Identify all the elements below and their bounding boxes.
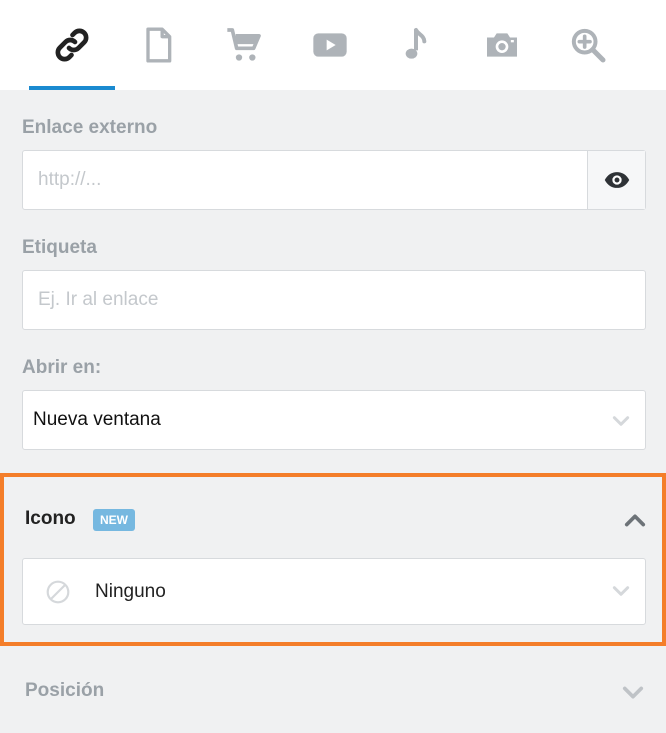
- link-icon: [55, 28, 89, 62]
- zoom-in-icon: [571, 28, 606, 63]
- none-icon: [46, 580, 70, 604]
- document-icon: [146, 27, 172, 63]
- video-icon: [313, 33, 347, 57]
- tab-cart[interactable]: [201, 0, 287, 90]
- tab-document[interactable]: [115, 0, 201, 90]
- tab-camera[interactable]: [459, 0, 545, 90]
- icon-section-title: Icono: [25, 508, 76, 529]
- tab-music[interactable]: [373, 0, 459, 90]
- preview-link-button[interactable]: [587, 151, 645, 209]
- position-section-title[interactable]: Posición: [25, 680, 104, 702]
- open-in-select[interactable]: Nueva ventana: [22, 390, 646, 450]
- eye-icon: [604, 172, 629, 188]
- active-tab-indicator: [29, 86, 115, 90]
- tab-zoom[interactable]: [545, 0, 631, 90]
- tag-field[interactable]: Ej. Ir al enlace: [22, 270, 646, 330]
- chevron-down-icon: [612, 416, 630, 426]
- tab-bar: [0, 0, 666, 90]
- chevron-up-icon[interactable]: [624, 509, 646, 531]
- tab-video[interactable]: [287, 0, 373, 90]
- tag-label: Etiqueta: [22, 237, 97, 258]
- icon-select-value: Ninguno: [95, 581, 166, 602]
- new-badge: NEW: [93, 509, 135, 531]
- tag-input[interactable]: Ej. Ir al enlace: [38, 271, 158, 329]
- chevron-down-icon[interactable]: [622, 682, 644, 704]
- external-link-input[interactable]: http://...: [38, 151, 101, 209]
- open-in-value: Nueva ventana: [33, 409, 161, 430]
- tab-link[interactable]: [29, 0, 115, 90]
- camera-icon: [487, 33, 517, 57]
- cart-icon: [227, 28, 261, 61]
- external-link-label: Enlace externo: [22, 117, 158, 138]
- chevron-down-icon: [612, 586, 630, 596]
- open-in-label: Abrir en:: [22, 357, 102, 378]
- music-icon: [405, 28, 427, 59]
- icon-section: Icono NEW Ninguno: [0, 473, 666, 646]
- external-link-field[interactable]: http://...: [22, 150, 646, 210]
- icon-select[interactable]: Ninguno: [22, 558, 646, 625]
